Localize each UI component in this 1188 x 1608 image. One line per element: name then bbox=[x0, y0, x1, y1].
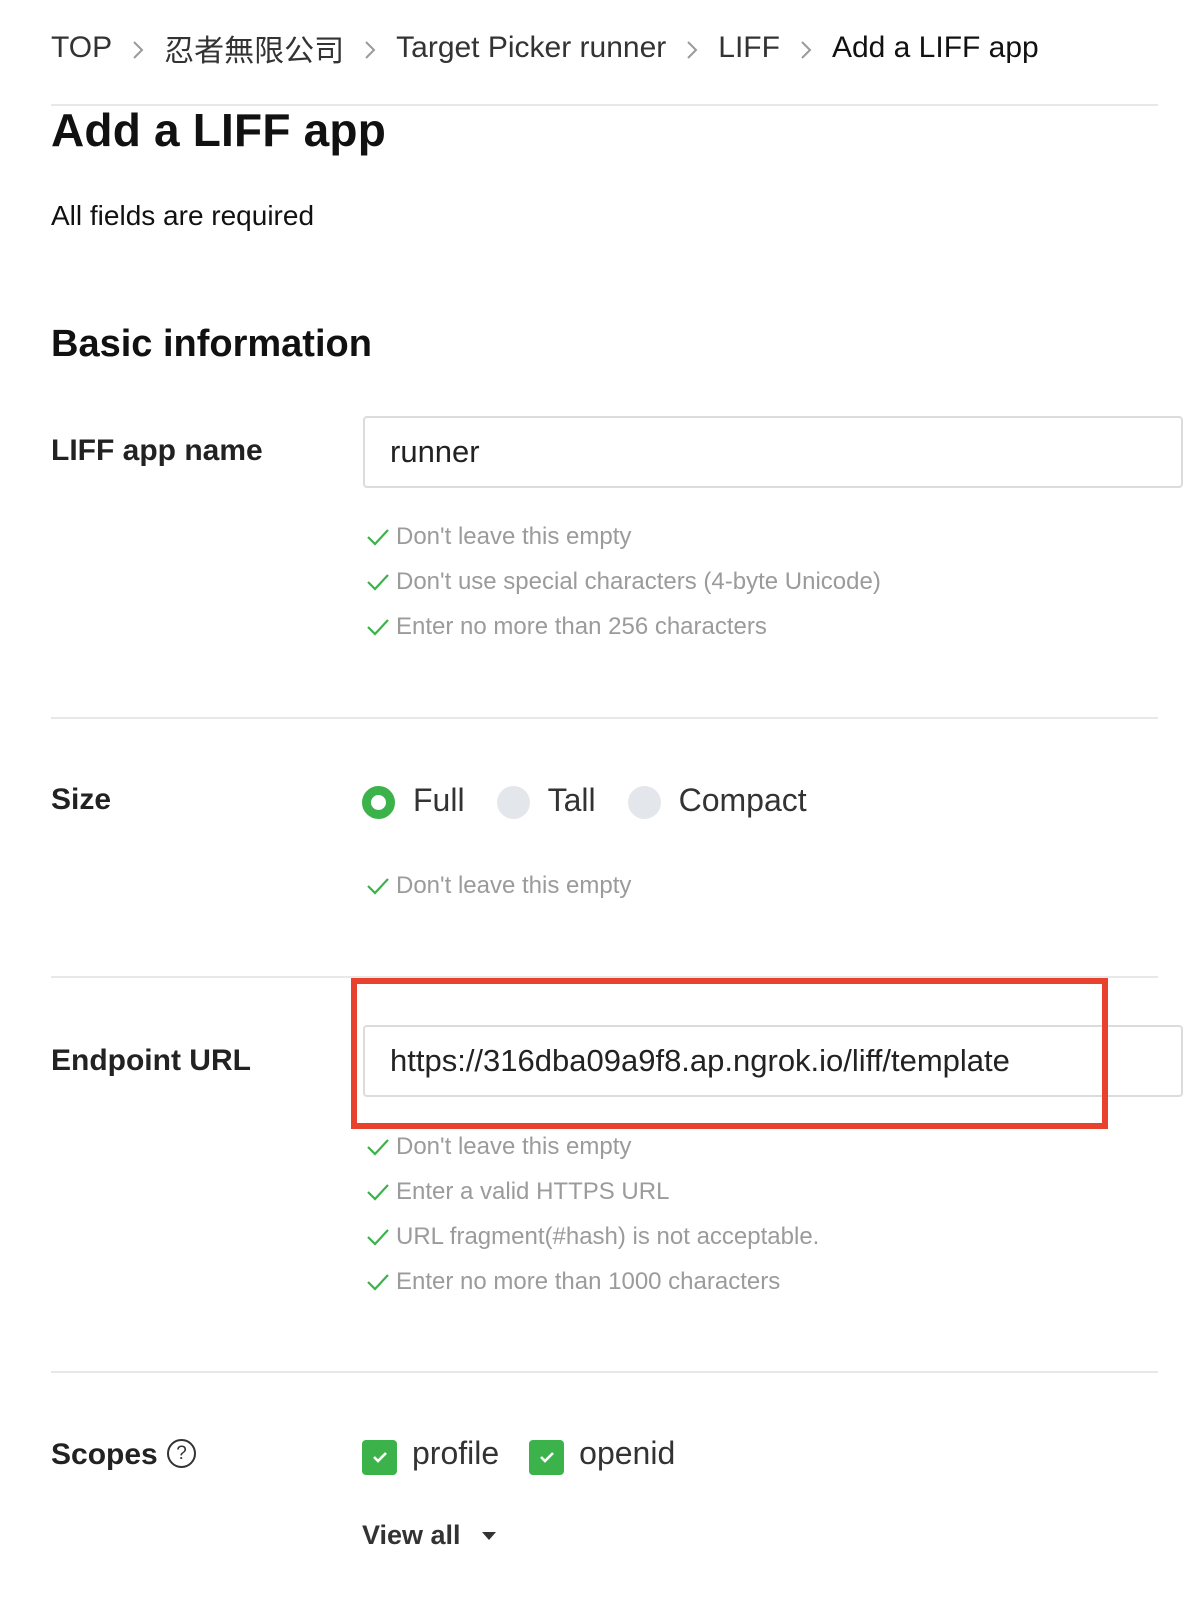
validation-rule: Don't leave this empty bbox=[366, 514, 881, 559]
scope-profile-checkbox[interactable]: profile bbox=[362, 1432, 499, 1475]
size-option-full[interactable]: Full bbox=[362, 781, 465, 819]
app-name-input[interactable] bbox=[363, 416, 1183, 488]
scopes-label: Scopes bbox=[51, 1438, 158, 1471]
breadcrumb-top-link[interactable]: TOP bbox=[51, 31, 112, 65]
validation-rule: Don't leave this empty bbox=[366, 863, 631, 908]
endpoint-url-label: Endpoint URL bbox=[51, 1044, 251, 1077]
size-option-tall[interactable]: Tall bbox=[496, 781, 596, 819]
check-icon bbox=[367, 528, 389, 546]
validation-rule: Enter no more than 1000 characters bbox=[366, 1259, 819, 1304]
check-icon bbox=[367, 1138, 389, 1156]
size-label: Size bbox=[51, 783, 112, 816]
breadcrumb-liff-link[interactable]: LIFF bbox=[718, 31, 780, 65]
check-icon bbox=[367, 1228, 389, 1246]
checkbox-checked-icon bbox=[529, 1439, 565, 1475]
chevron-right-icon bbox=[780, 33, 832, 64]
validation-rule: URL fragment(#hash) is not acceptable. bbox=[366, 1214, 819, 1259]
validation-rule: Don't leave this empty bbox=[366, 1124, 819, 1169]
scope-openid-checkbox[interactable]: openid bbox=[529, 1432, 675, 1475]
check-icon bbox=[367, 1273, 389, 1291]
radio-unselected-icon bbox=[627, 786, 661, 819]
validation-rule: Enter no more than 256 characters bbox=[366, 604, 881, 649]
size-radio-group: Full Tall Compact bbox=[362, 777, 839, 823]
size-rules: Don't leave this empty bbox=[366, 863, 631, 908]
check-icon bbox=[367, 877, 389, 895]
help-icon[interactable]: ? bbox=[167, 1439, 196, 1468]
breadcrumb-channel-link[interactable]: Target Picker runner bbox=[396, 31, 666, 65]
check-icon bbox=[367, 618, 389, 636]
breadcrumb-provider-link[interactable]: 忍者無限公司 bbox=[164, 26, 344, 70]
validation-rule: Enter a valid HTTPS URL bbox=[366, 1169, 819, 1214]
breadcrumb-current: Add a LIFF app bbox=[831, 31, 1039, 64]
caret-down-icon bbox=[481, 1531, 496, 1540]
app-name-rules: Don't leave this empty Don't use special… bbox=[366, 514, 881, 649]
highlight-annotation-box bbox=[351, 978, 1108, 1129]
section-title-basic-information: Basic information bbox=[51, 323, 372, 365]
divider bbox=[51, 717, 1158, 719]
required-note: All fields are required bbox=[51, 200, 315, 231]
endpoint-url-rules: Don't leave this empty Enter a valid HTT… bbox=[366, 1124, 819, 1304]
validation-rule: Don't use special characters (4-byte Uni… bbox=[366, 559, 881, 604]
breadcrumb: TOP 忍者無限公司 Target Picker runner LIFF Add… bbox=[51, 26, 1039, 70]
checkbox-checked-icon bbox=[362, 1439, 397, 1475]
scopes-checkbox-group: profile openid bbox=[362, 1430, 705, 1476]
page-title: Add a LIFF app bbox=[51, 104, 386, 156]
chevron-right-icon bbox=[344, 33, 396, 64]
check-icon bbox=[367, 573, 389, 591]
view-all-scopes-toggle[interactable]: View all bbox=[362, 1520, 497, 1551]
divider bbox=[51, 1371, 1158, 1373]
check-icon bbox=[367, 1183, 389, 1201]
size-option-compact[interactable]: Compact bbox=[627, 781, 807, 819]
view-all-label: View all bbox=[362, 1520, 461, 1550]
chevron-right-icon bbox=[666, 33, 718, 64]
radio-selected-icon bbox=[362, 786, 395, 819]
radio-unselected-icon bbox=[496, 786, 530, 819]
chevron-right-icon bbox=[112, 33, 164, 64]
app-name-label: LIFF app name bbox=[51, 434, 263, 467]
